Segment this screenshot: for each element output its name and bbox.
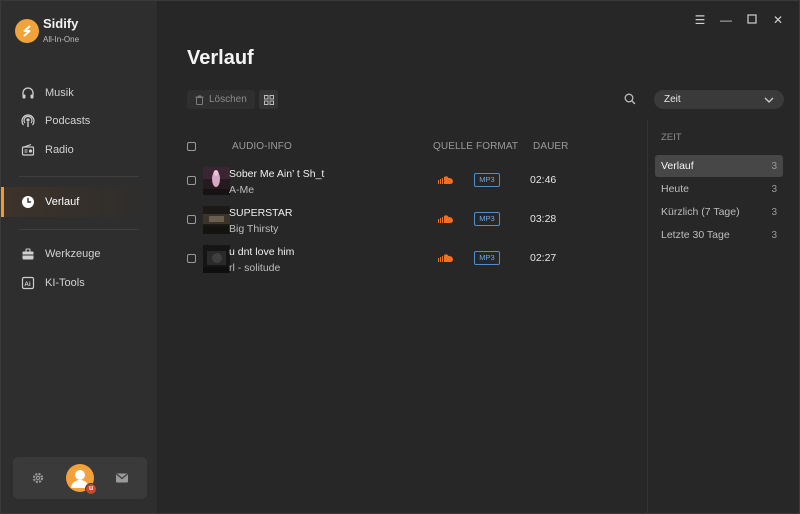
row-checkbox[interactable] xyxy=(187,254,196,263)
song-title: SUPERSTAR xyxy=(229,207,293,219)
album-cover-image xyxy=(203,245,230,273)
chevron-down-icon xyxy=(764,97,774,103)
sidebar-item-label: KI-Tools xyxy=(45,277,85,289)
song-duration: 02:46 xyxy=(530,174,557,186)
clock-icon xyxy=(22,196,34,208)
song-artist: Big Thirsty xyxy=(229,223,279,235)
headphones-icon xyxy=(22,87,34,99)
svg-text:Ai: Ai xyxy=(24,281,31,288)
row-checkbox[interactable] xyxy=(187,176,196,185)
sidebar-item-radio[interactable]: Radio xyxy=(1,136,157,164)
filter-item-count: 3 xyxy=(771,229,777,241)
user-avatar-icon[interactable]: u xyxy=(65,464,97,495)
panel-divider xyxy=(647,120,648,514)
mail-icon[interactable] xyxy=(115,472,129,484)
gear-icon[interactable] xyxy=(31,471,45,485)
filter-item-count: 3 xyxy=(771,206,777,218)
sidebar: Sidify All-In-One Musik Podcasts Radio V… xyxy=(1,1,158,513)
column-header-duration: DAUER xyxy=(533,141,569,152)
sidebar-item-podcasts[interactable]: Podcasts xyxy=(1,107,157,135)
song-title: Sober Me Ain’ t Sh_t xyxy=(229,168,325,180)
filter-item-count: 3 xyxy=(771,183,777,195)
table-row[interactable]: SUPERSTAR Big Thirsty MP3 03:28 xyxy=(181,204,641,242)
menu-icon[interactable]: ☰ xyxy=(691,13,709,27)
trash-icon xyxy=(195,95,204,105)
delete-button-label: Löschen xyxy=(209,94,247,105)
sidify-logo-icon xyxy=(15,18,39,43)
filter-item-label: Verlauf xyxy=(661,160,694,172)
sidebar-item-ki-tools[interactable]: Ai KI-Tools xyxy=(1,269,157,297)
filter-item-count: 3 xyxy=(771,160,777,172)
radio-icon xyxy=(21,143,35,156)
sidebar-item-musik[interactable]: Musik xyxy=(1,79,157,107)
song-duration: 03:28 xyxy=(530,213,557,225)
column-header-source: QUELLE xyxy=(433,141,474,152)
brand-name: Sidify xyxy=(43,16,79,31)
podcast-icon xyxy=(21,114,35,127)
sort-select[interactable]: Zeit xyxy=(654,90,784,109)
song-artist: rl - solitude xyxy=(229,262,281,274)
filter-item-heute[interactable]: Heute 3 xyxy=(655,178,783,200)
sidebar-divider xyxy=(19,176,139,177)
sidebar-item-label: Verlauf xyxy=(45,196,80,208)
sidebar-item-label: Musik xyxy=(45,87,74,99)
ai-icon: Ai xyxy=(21,276,35,290)
column-header-audio-info: AUDIO-INFO xyxy=(232,141,292,152)
filter-item-letzte-30-tage[interactable]: Letzte 30 Tage 3 xyxy=(655,224,783,246)
sidebar-divider xyxy=(19,229,139,230)
sidebar-item-label: Werkzeuge xyxy=(45,248,101,260)
filter-item-kuerzlich[interactable]: Kürzlich (7 Tage) 3 xyxy=(655,201,783,223)
sidebar-item-werkzeuge[interactable]: Werkzeuge xyxy=(1,240,157,268)
soundcloud-icon xyxy=(438,215,453,223)
sidebar-item-label: Podcasts xyxy=(45,115,91,127)
song-title: u dnt love him xyxy=(229,246,295,258)
album-cover-image xyxy=(203,167,230,195)
minimize-icon[interactable]: — xyxy=(717,13,735,27)
sort-select-value: Zeit xyxy=(664,94,681,105)
toolbox-icon xyxy=(22,248,34,260)
select-all-checkbox[interactable] xyxy=(187,142,196,151)
page-title: Verlauf xyxy=(187,47,254,69)
sidebar-item-label: Radio xyxy=(45,144,74,156)
filter-item-label: Heute xyxy=(661,183,690,195)
grid-view-button[interactable] xyxy=(259,90,278,109)
sidebar-bottom-bar: u xyxy=(13,457,147,499)
format-badge: MP3 xyxy=(474,212,500,226)
table-row[interactable]: Sober Me Ain’ t Sh_t A-Me MP3 02:46 xyxy=(181,165,641,203)
soundcloud-icon xyxy=(438,254,453,262)
format-badge: MP3 xyxy=(474,251,500,265)
brand: Sidify All-In-One xyxy=(15,17,79,44)
column-header-format: FORMAT xyxy=(476,141,519,152)
brand-subtitle: All-In-One xyxy=(43,35,80,44)
song-artist: A-Me xyxy=(229,184,255,196)
maximize-icon[interactable] xyxy=(743,13,761,27)
delete-button[interactable]: Löschen xyxy=(187,90,255,109)
song-duration: 02:27 xyxy=(530,252,557,264)
grid-icon xyxy=(263,94,274,105)
row-checkbox[interactable] xyxy=(187,215,196,224)
filter-item-label: Letzte 30 Tage xyxy=(661,229,730,241)
premium-badge-icon: u xyxy=(84,483,97,495)
table-row[interactable]: u dnt love him rl - solitude MP3 02:27 xyxy=(181,243,641,281)
app-window: Sidify All-In-One Musik Podcasts Radio V… xyxy=(0,0,800,514)
search-icon[interactable] xyxy=(623,92,637,106)
filter-item-verlauf[interactable]: Verlauf 3 xyxy=(655,155,783,177)
close-icon[interactable]: ✕ xyxy=(769,13,787,27)
album-cover-image xyxy=(203,206,230,234)
filter-heading: ZEIT xyxy=(661,132,682,143)
soundcloud-icon xyxy=(438,176,453,184)
format-badge: MP3 xyxy=(474,173,500,187)
filter-item-label: Kürzlich (7 Tage) xyxy=(661,206,740,218)
sidebar-item-verlauf[interactable]: Verlauf xyxy=(1,187,157,217)
